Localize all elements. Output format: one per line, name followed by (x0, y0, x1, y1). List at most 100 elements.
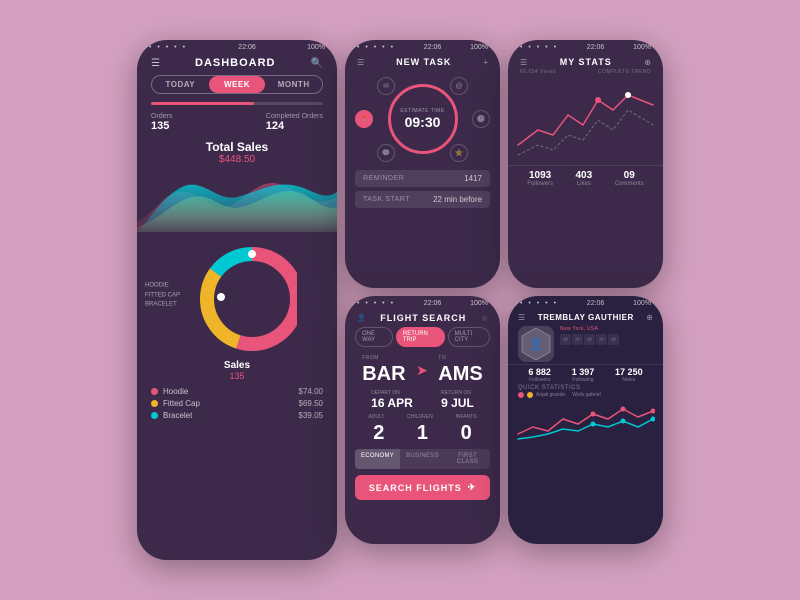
tab-economy[interactable]: ECONOMY (355, 449, 400, 469)
task-start-value: 22 min before (433, 195, 482, 204)
fitted-name: Fitted Cap (163, 399, 299, 408)
tab-week[interactable]: WEEK (209, 76, 266, 93)
depart-block: DEPART ON 16 APR (371, 390, 413, 410)
infants-count: 0 (446, 422, 486, 445)
search-flights-button[interactable]: SEARCH FLIGHTS ✈ (355, 475, 490, 500)
task-menu-icon[interactable]: ☰ (357, 58, 364, 67)
return-block: RETURN ON 9 JUL (441, 390, 474, 410)
battery-display: 100% (307, 44, 325, 51)
task-icon-top-right[interactable]: @ (450, 77, 468, 95)
status-bar: • • • • • 22:06 100% (137, 40, 337, 55)
flight-search-phone: • • • • • 22:06 100% 👤 FLIGHT SEARCH ☆ O… (345, 296, 500, 544)
pstat-notes: 17 250 Notes (615, 367, 643, 383)
orders-block: Orders 135 (151, 113, 172, 132)
children-label: CHILDREN (407, 414, 433, 420)
profile-info: New York, USA ✉ ✉ ✉ ✉ ✉ (560, 326, 653, 362)
profile-message-icons: ✉ ✉ ✉ ✉ ✉ (560, 334, 653, 345)
msg-icon-2[interactable]: ✉ (572, 334, 583, 345)
tab-month[interactable]: MONTH (265, 76, 322, 93)
tab-multi[interactable]: MULTI CITY (448, 327, 490, 347)
profile-phone: • • • • • 22:06 100% ☰ TREMBLAY GAUTHIER… (508, 296, 663, 544)
task-icon-right[interactable]: 🕐 (472, 110, 490, 128)
legend: Hoodie $74.00 Fitted Cap $69.50 Bracelet… (137, 383, 337, 424)
flight-user-icon[interactable]: 👤 (357, 314, 366, 322)
orders-value: 135 (151, 120, 172, 132)
destination-block: TO AMS (438, 355, 482, 386)
flight-battery: 100% (470, 300, 488, 307)
dashboard-phone: • • • • • 22:06 100% ☰ DASHBOARD 🔍 TODAY… (137, 40, 337, 560)
progress-fill (151, 102, 254, 105)
donut-label-hoodie: HOODIE (145, 282, 180, 292)
depart-value: 16 APR (371, 396, 413, 410)
tab-business[interactable]: BUSINESS (400, 449, 445, 469)
task-battery: 100% (470, 44, 488, 51)
profile-menu-icon[interactable]: ☰ (518, 313, 525, 322)
task-start-row: TASK START 22 min before (355, 191, 490, 208)
flight-star-icon[interactable]: ☆ (481, 314, 488, 323)
flight-status-bar: • • • • • 22:06 100% (345, 296, 500, 311)
menu-icon[interactable]: ☰ (151, 58, 160, 69)
tab-oneway[interactable]: ONE WAY (355, 327, 393, 347)
tab-return[interactable]: RETURN TRIP (396, 327, 445, 347)
msg-icon-1[interactable]: ✉ (560, 334, 571, 345)
user1-dot (518, 392, 524, 398)
search-flights-icon: ✈ (468, 482, 477, 493)
profile-stats: 6 882 Followers 1 397 Following 17 250 N… (508, 364, 663, 385)
user1-name: Anjali grande (536, 392, 565, 398)
from-label: FROM (362, 355, 405, 361)
class-tabs[interactable]: ECONOMY BUSINESS FIRST CLASS (355, 449, 490, 469)
legend-item-hoodie: Hoodie $74.00 (151, 387, 323, 396)
task-add-icon[interactable]: + (483, 58, 488, 67)
task-icon-bottom-right[interactable]: ⭐ (450, 144, 468, 162)
task-details: REMINDER 1417 TASK START 22 min before (355, 170, 490, 208)
profile-time: 22:06 (587, 300, 605, 307)
profile-avatar: 👤 (518, 326, 554, 362)
stats-signal: • • • • • (520, 44, 558, 51)
task-icon-left[interactable]: 📍 (355, 110, 373, 128)
right-column: • • • • • 22:06 100% ☰ MY STATS ⊕ 60.054… (508, 40, 663, 544)
profile-add-icon[interactable]: ⊕ (646, 313, 653, 322)
search-icon[interactable]: 🔍 (311, 58, 323, 69)
tab-first[interactable]: FIRST CLASS (445, 449, 490, 469)
tab-today[interactable]: TODAY (152, 76, 209, 93)
sales-label: Sales (137, 360, 337, 371)
completed-label: Completed Orders (266, 113, 323, 120)
flight-signal: • • • • • (357, 300, 395, 307)
task-title: NEW TASK (364, 57, 483, 67)
followers-count: 1093 (527, 170, 553, 181)
task-time: 22:06 (424, 44, 442, 51)
profile-status-bar: • • • • • 22:06 100% (508, 296, 663, 311)
likes-count: 403 (575, 170, 592, 181)
period-tabs[interactable]: TODAY WEEK MONTH (151, 75, 323, 94)
flight-dates: DEPART ON 16 APR RETURN ON 9 JUL (345, 390, 500, 414)
profile-name: TREMBLAY GAUTHIER (525, 313, 646, 322)
donut-section: HOODIE FITTED CAP BRACELET (137, 236, 337, 356)
stats-add-icon[interactable]: ⊕ (644, 58, 651, 67)
destination-code: AMS (438, 363, 482, 386)
quick-stats-label: QUICK STATISTICS (508, 385, 663, 392)
task-icon-top-left[interactable]: ✉ (377, 77, 395, 95)
pstat-notes-val: 17 250 (615, 367, 643, 377)
orders-label: Orders (151, 113, 172, 120)
svg-text:👤: 👤 (529, 337, 544, 351)
completed-block: Completed Orders 124 (266, 113, 323, 132)
flight-header: 👤 FLIGHT SEARCH ☆ (345, 311, 500, 327)
stats-chart (508, 75, 663, 165)
msg-icon-4[interactable]: ✉ (596, 334, 607, 345)
timer-circle: ESTIMATE TIME 09:30 (388, 84, 458, 154)
donut-chart (177, 239, 297, 354)
stats-status-bar: • • • • • 22:06 100% (508, 40, 663, 55)
task-signal: • • • • • (357, 44, 395, 51)
trip-tabs[interactable]: ONE WAY RETURN TRIP MULTI CITY (355, 327, 490, 347)
sales-value: 135 (137, 371, 337, 381)
children-count: 1 (402, 422, 442, 445)
reminder-value: 1417 (464, 174, 482, 183)
msg-icon-3[interactable]: ✉ (584, 334, 595, 345)
stats-numbers: 1093 Followers 403 Likes 09 Comments (508, 165, 663, 191)
stats-menu-icon[interactable]: ☰ (520, 58, 527, 67)
page-title: DASHBOARD (160, 57, 311, 69)
new-task-phone: • • • • • 22:06 100% ☰ NEW TASK + ✉ @ 📍 … (345, 40, 500, 288)
msg-icon-5[interactable]: ✉ (608, 334, 619, 345)
task-icon-bottom-left[interactable]: 💬 (377, 144, 395, 162)
time-display: 22:06 (238, 44, 256, 51)
